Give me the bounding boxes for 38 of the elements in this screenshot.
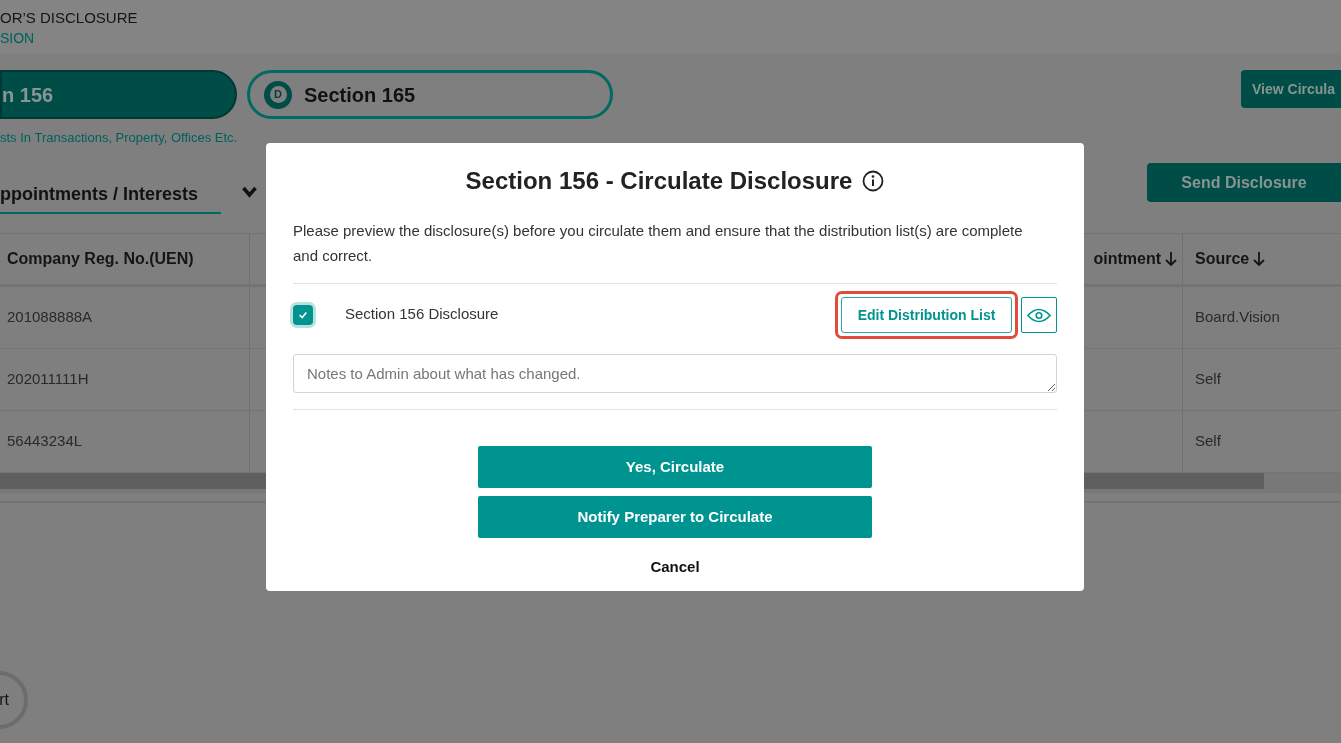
table-cell-text: Self: [1194, 369, 1222, 390]
table-cell-text: Self: [1194, 431, 1222, 452]
badge-letter: D: [269, 86, 287, 103]
eye-icon: [1027, 307, 1051, 323]
column-label: ointment: [1093, 249, 1161, 269]
tab-label: Section 165: [304, 82, 416, 108]
info-icon[interactable]: [862, 170, 885, 192]
page-subtitle: SION: [0, 30, 36, 47]
sort-arrow-icon[interactable]: [1252, 251, 1267, 267]
table-cell: 201088888A: [0, 287, 250, 348]
table-cell: 202011111H: [0, 349, 250, 410]
send-button[interactable]: Send Disclosure: [1147, 163, 1341, 202]
section-tab[interactable]: D Section 165: [247, 70, 613, 119]
view-button[interactable]: View Circula: [1241, 70, 1341, 108]
dialog-message: Please preview the disclosure(s) before you circulate them and ensure that the distribution list(s) are complete and correct.: [293, 221, 1024, 266]
column-label: Source: [1195, 249, 1250, 269]
dialog-title: Section 156 - Circulate Disclosure: [465, 166, 853, 196]
item-label: Section 156 Disclosure: [345, 304, 500, 324]
table-cell: 56443234L: [0, 411, 250, 472]
check-icon: [298, 310, 308, 320]
chevron-down-icon[interactable]: [241, 186, 258, 198]
column-label: Company Reg. No.(UEN): [7, 249, 194, 269]
table-cell-text: Board.Vision: [1194, 307, 1281, 328]
primary-button[interactable]: Yes, Circulate: [478, 446, 872, 488]
column-header[interactable]: Source: [1183, 234, 1341, 284]
checkbox[interactable]: [293, 305, 313, 325]
section-description: sts In Transactions, Property, Offices Etc.: [0, 130, 239, 145]
primary-button[interactable]: Notify Preparer to Circulate: [478, 496, 872, 538]
sort-arrow-icon[interactable]: [1164, 251, 1178, 267]
page-title: OR’S DISCLOSURE: [0, 9, 139, 27]
section-tab[interactable]: n 156: [0, 70, 237, 119]
floating-button[interactable]: rt: [0, 671, 28, 729]
edit-distribution-button[interactable]: Edit Distribution List: [841, 297, 1012, 333]
preview-button[interactable]: [1021, 297, 1057, 333]
sub-tab[interactable]: ppointments / Interests: [0, 164, 221, 214]
column-header[interactable]: Company Reg. No.(UEN): [0, 234, 250, 284]
cancel-link[interactable]: Cancel: [650, 556, 700, 579]
notes-field[interactable]: Notes to Admin about what has changed.: [293, 354, 1057, 393]
